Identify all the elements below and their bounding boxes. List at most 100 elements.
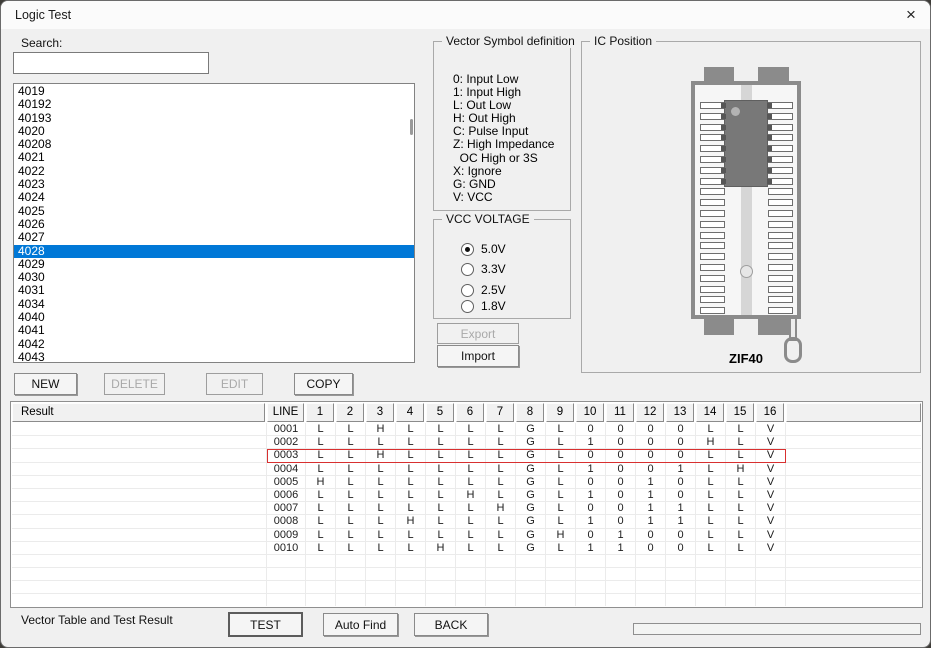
vcc-option[interactable]: 2.5V: [461, 283, 506, 297]
vector-cell: L: [306, 449, 336, 461]
vector-cell: [366, 568, 396, 580]
test-button[interactable]: TEST: [229, 613, 302, 636]
vector-cell: [726, 581, 756, 593]
list-item[interactable]: 40208: [14, 138, 414, 151]
close-icon[interactable]: ×: [896, 1, 926, 29]
vector-cell: H: [486, 502, 516, 514]
result-row[interactable]: 0006LLLLLHLGL1010LLV: [12, 489, 921, 502]
vector-cell: 0: [636, 529, 666, 541]
list-item[interactable]: 4023: [14, 178, 414, 191]
vector-cell: [726, 555, 756, 567]
vector-cell: 0: [666, 476, 696, 488]
vcc-option[interactable]: 3.3V: [461, 262, 506, 276]
list-item[interactable]: 4026: [14, 218, 414, 231]
list-item[interactable]: 4021: [14, 151, 414, 164]
vector-cell: [546, 555, 576, 567]
list-item[interactable]: 4028: [14, 245, 414, 258]
result-row[interactable]: 0005HLLLLLLGL0010LLV: [12, 476, 921, 489]
socket-pin-slot: [768, 264, 793, 271]
vector-cell: V: [756, 476, 786, 488]
result-row[interactable]: 0007LLLLLLHGL0011LLV: [12, 502, 921, 515]
export-button[interactable]: Export: [437, 323, 519, 344]
vcc-option[interactable]: 5.0V: [461, 242, 506, 256]
list-item[interactable]: 4019: [14, 85, 414, 98]
socket-pin-slot: [768, 296, 793, 303]
vector-cell: L: [366, 489, 396, 501]
vector-cell: [306, 594, 336, 606]
delete-button[interactable]: DELETE: [104, 373, 165, 395]
back-button[interactable]: BACK: [414, 613, 488, 636]
result-row[interactable]: 0008LLLHLLLGL1011LLV: [12, 515, 921, 528]
list-item[interactable]: 4030: [14, 271, 414, 284]
radio-icon[interactable]: [461, 263, 474, 276]
list-item[interactable]: 4022: [14, 165, 414, 178]
vector-cell: L: [336, 449, 366, 461]
list-item[interactable]: 4043: [14, 351, 414, 363]
vector-cell: 1: [636, 502, 666, 514]
list-item[interactable]: 4024: [14, 191, 414, 204]
radio-icon[interactable]: [461, 284, 474, 297]
search-input[interactable]: [13, 52, 209, 74]
vector-cell: [486, 594, 516, 606]
vector-cell: H: [426, 542, 456, 554]
vector-cell: L: [486, 489, 516, 501]
vector-symbol-line: Z: High Impedance: [453, 138, 554, 151]
line-cell: 0001: [267, 423, 306, 435]
list-item[interactable]: 4025: [14, 205, 414, 218]
pin-column-header: 6: [456, 403, 484, 422]
pin-column-header: 14: [696, 403, 724, 422]
vector-cell: L: [366, 463, 396, 475]
vector-cell: [516, 594, 546, 606]
vector-cell: H: [366, 449, 396, 461]
line-cell: 0007: [267, 502, 306, 514]
list-item[interactable]: 40193: [14, 112, 414, 125]
vector-cell: L: [306, 423, 336, 435]
auto-find-button[interactable]: Auto Find: [323, 613, 398, 636]
list-item[interactable]: 4041: [14, 324, 414, 337]
list-item[interactable]: 4029: [14, 258, 414, 271]
result-row[interactable]: 0003LLHLLLLGL0000LLV: [12, 449, 921, 462]
list-scrollbar[interactable]: [410, 119, 413, 135]
device-list[interactable]: 4019401924019340204020840214022402340244…: [13, 83, 415, 363]
vector-cell: [576, 594, 606, 606]
import-button[interactable]: Import: [437, 345, 519, 367]
result-column-header: Result: [12, 403, 265, 422]
line-column-header: LINE: [267, 403, 304, 422]
vector-cell: L: [396, 529, 426, 541]
vector-cell: 0: [666, 436, 696, 448]
radio-icon[interactable]: [461, 243, 474, 256]
vector-cell: L: [306, 436, 336, 448]
list-item[interactable]: 4020: [14, 125, 414, 138]
vector-cell: 0: [606, 502, 636, 514]
list-item[interactable]: 4031: [14, 284, 414, 297]
vector-cell: 0: [606, 476, 636, 488]
socket-pin-slot: [768, 199, 793, 206]
list-item[interactable]: 4042: [14, 338, 414, 351]
result-row[interactable]: 0009LLLLLLLGH0100LLV: [12, 529, 921, 542]
result-row: [12, 581, 921, 594]
result-row[interactable]: 0004LLLLLLLGL1001LHV: [12, 463, 921, 476]
new-button[interactable]: NEW: [14, 373, 77, 395]
list-item[interactable]: 4027: [14, 231, 414, 244]
vector-cell: [336, 568, 366, 580]
list-item[interactable]: 4034: [14, 298, 414, 311]
socket-label: ZIF40: [691, 351, 801, 366]
vector-cell: 0: [636, 463, 666, 475]
vector-cell: 0: [666, 542, 696, 554]
result-row[interactable]: 0001LLHLLLLGL0000LLV: [12, 423, 921, 436]
vector-cell: [636, 594, 666, 606]
list-item[interactable]: 40192: [14, 98, 414, 111]
vector-cell: G: [516, 423, 546, 435]
copy-button[interactable]: COPY: [294, 373, 353, 395]
result-row[interactable]: 0002LLLLLLLGL1000HLV: [12, 436, 921, 449]
line-cell: 0006: [267, 489, 306, 501]
vcc-option[interactable]: 1.8V: [461, 299, 506, 313]
vector-cell: [576, 568, 606, 580]
socket-pin-slot: [700, 264, 725, 271]
radio-icon[interactable]: [461, 300, 474, 313]
list-item[interactable]: 4040: [14, 311, 414, 324]
vector-cell: L: [426, 529, 456, 541]
vector-cell: 0: [576, 449, 606, 461]
edit-button[interactable]: EDIT: [206, 373, 263, 395]
result-row[interactable]: 0010LLLLHLLGL1100LLV: [12, 542, 921, 555]
